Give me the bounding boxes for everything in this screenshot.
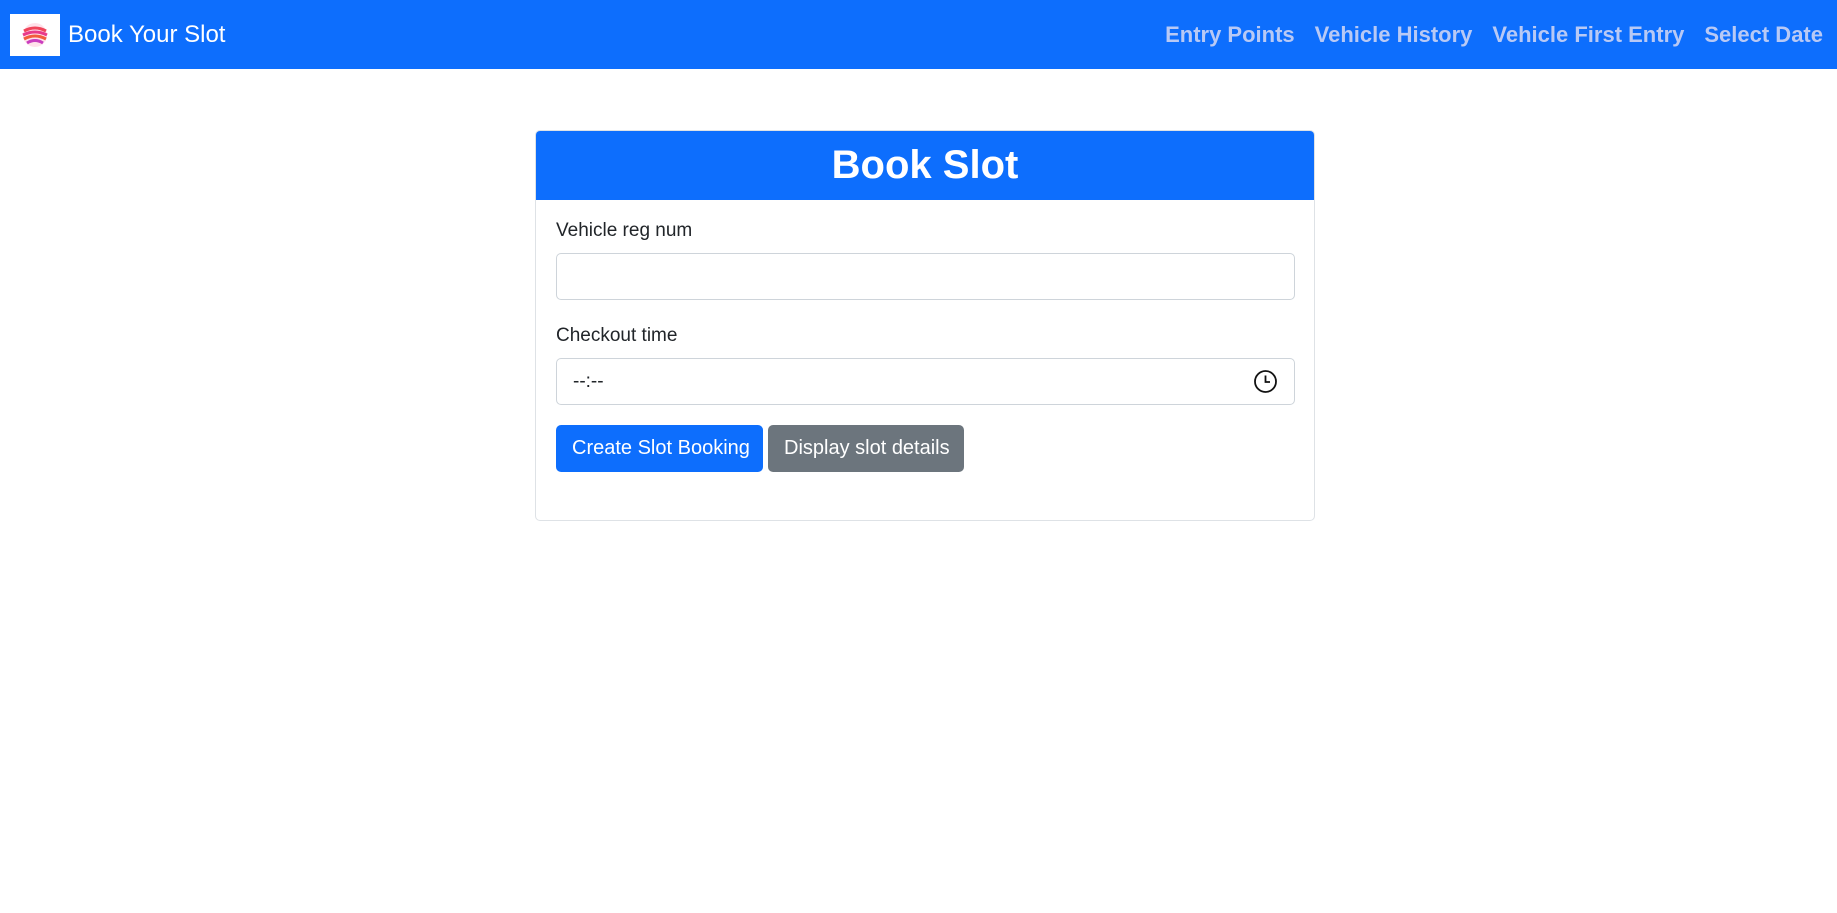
checkout-time-wrap xyxy=(556,358,1295,405)
reg-num-group: Vehicle reg num xyxy=(556,220,1295,300)
checkout-time-group: Checkout time xyxy=(556,325,1295,405)
checkout-time-input[interactable] xyxy=(556,358,1295,405)
brand-link[interactable]: Book Your Slot xyxy=(10,13,226,56)
nav-link-vehicle-history[interactable]: Vehicle History xyxy=(1305,22,1483,48)
create-slot-booking-button[interactable]: Create Slot Booking xyxy=(556,425,763,472)
nav-links: Entry Points Vehicle History Vehicle Fir… xyxy=(1155,22,1837,48)
reg-num-input[interactable] xyxy=(556,253,1295,300)
clock-icon[interactable] xyxy=(1253,369,1278,394)
button-row: Create Slot Booking Display slot details xyxy=(556,425,1294,472)
checkout-time-label: Checkout time xyxy=(556,325,678,346)
brand-title: Book Your Slot xyxy=(68,20,226,48)
logo-icon xyxy=(10,13,60,56)
card-header: Book Slot xyxy=(536,131,1314,200)
card-body: Vehicle reg num Checkout time Create Slo… xyxy=(536,200,1314,472)
display-slot-details-button[interactable]: Display slot details xyxy=(768,425,964,472)
nav-link-select-date[interactable]: Select Date xyxy=(1694,22,1833,48)
nav-link-entry-points[interactable]: Entry Points xyxy=(1155,22,1305,48)
top-navbar: Book Your Slot Entry Points Vehicle Hist… xyxy=(0,0,1837,69)
reg-num-label: Vehicle reg num xyxy=(556,220,693,241)
book-slot-card: Book Slot Vehicle reg num Checkout time … xyxy=(535,130,1315,521)
card-title: Book Slot xyxy=(831,143,1019,187)
nav-link-vehicle-first-entry[interactable]: Vehicle First Entry xyxy=(1482,22,1694,48)
